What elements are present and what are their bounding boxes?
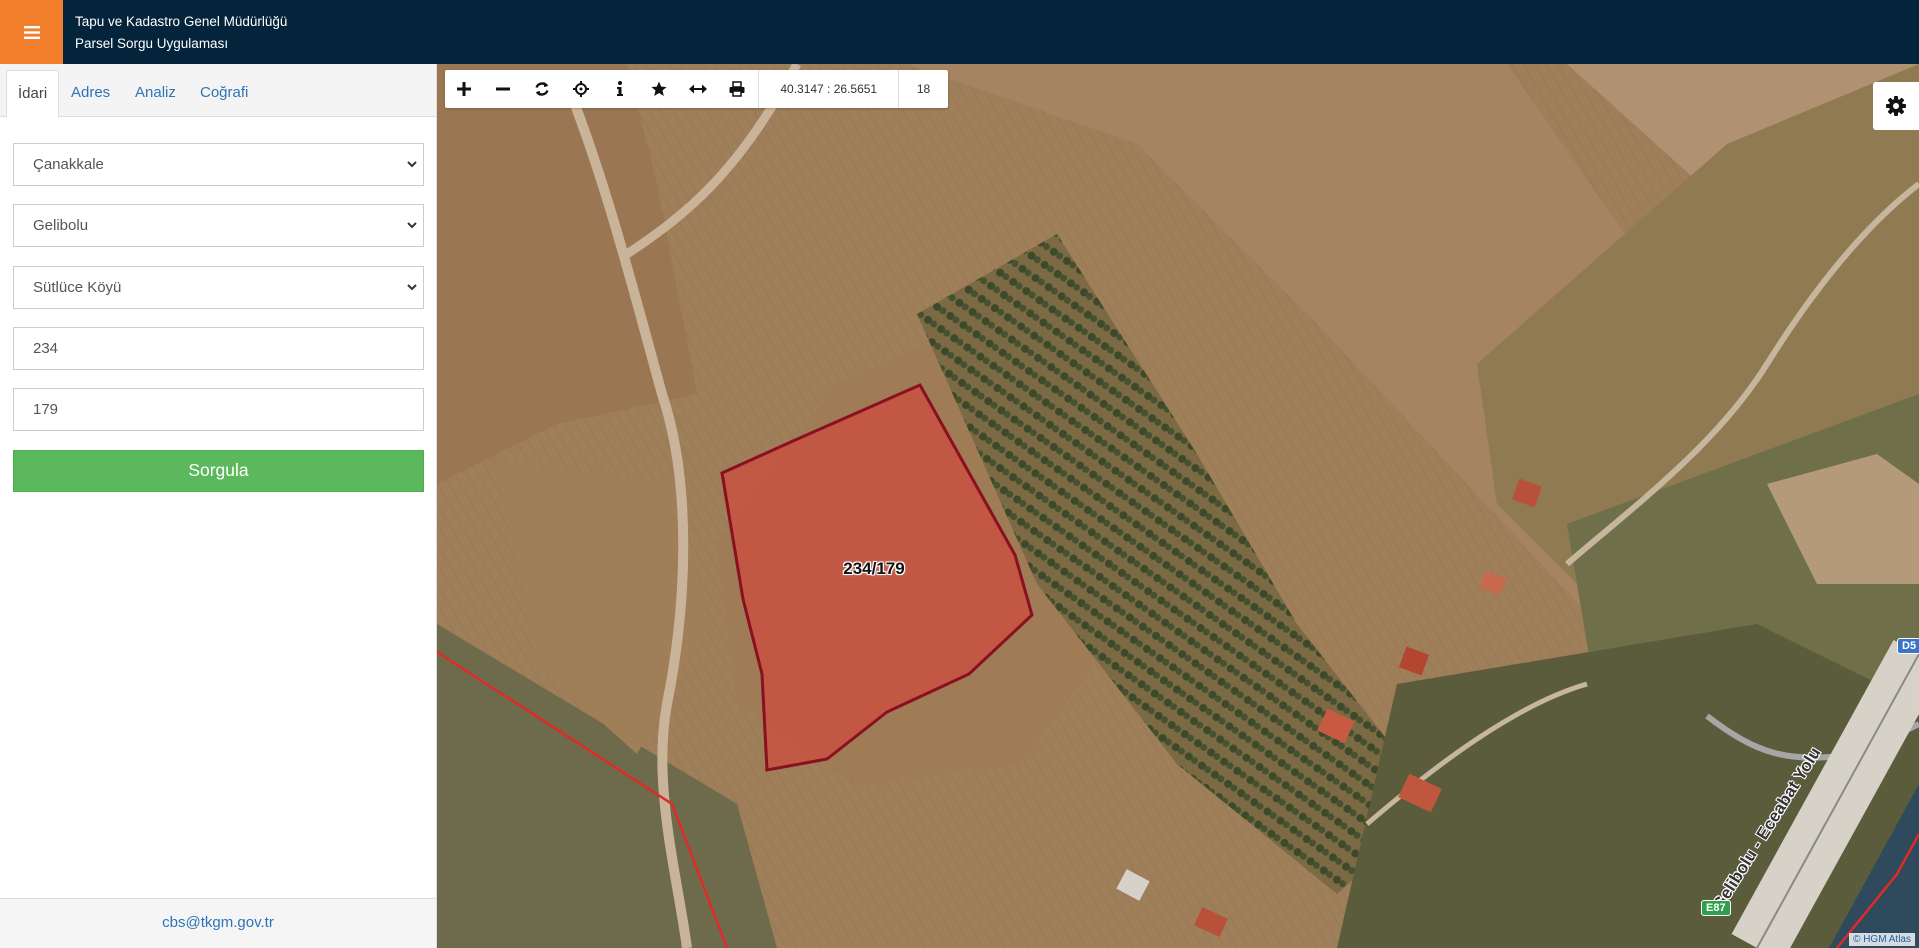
tab-adres[interactable]: Adres <box>60 70 121 117</box>
favorite-button[interactable] <box>640 70 679 108</box>
refresh-button[interactable] <box>523 70 562 108</box>
zoom-level-readout: 18 <box>916 82 931 96</box>
map-attribution[interactable]: © HGM Atlas <box>1849 933 1915 946</box>
e-road-shield: E87 <box>1701 900 1731 916</box>
chevron-down-icon <box>407 284 417 291</box>
query-button[interactable]: Sorgula <box>13 450 424 492</box>
map-view[interactable]: 40.3147 : 26.5651 18 234/179 Gelibolu - … <box>437 64 1919 948</box>
hamburger-icon <box>23 25 40 39</box>
d-road-shield: D5 <box>1897 638 1919 654</box>
parcel-label: 234/179 <box>843 559 905 578</box>
map-toolbar: 40.3147 : 26.5651 18 <box>445 70 948 108</box>
parcel-input[interactable]: 179 <box>13 388 424 431</box>
block-value: 234 <box>33 340 59 357</box>
refresh-icon <box>535 82 549 96</box>
tab-cografi[interactable]: Coğrafi <box>189 70 259 117</box>
zoom-out-button[interactable] <box>484 70 523 108</box>
info-button[interactable] <box>601 70 640 108</box>
measure-icon <box>688 84 707 94</box>
zoom-in-icon <box>457 82 472 96</box>
tab-analiz[interactable]: Analiz <box>124 70 187 117</box>
app-header: Tapu ve Kadastro Genel Müdürlüğü Parsel … <box>0 0 1919 64</box>
satellite-basemap <box>437 64 1919 948</box>
app-title: Tapu ve Kadastro Genel Müdürlüğü Parsel … <box>75 11 287 55</box>
chevron-down-icon <box>407 222 417 229</box>
zoom-out-icon <box>496 87 511 91</box>
org-name: Tapu ve Kadastro Genel Müdürlüğü <box>75 14 288 29</box>
sidebar-footer: cbs@tkgm.gov.tr <box>0 898 436 948</box>
measure-button[interactable] <box>679 70 718 108</box>
contact-email-link[interactable]: cbs@tkgm.gov.tr <box>162 914 274 931</box>
zoom-in-button[interactable] <box>445 70 484 108</box>
parcel-value: 179 <box>33 401 59 418</box>
neighborhood-value: Sütlüce Köyü <box>33 279 122 296</box>
favorite-star-icon <box>651 81 667 96</box>
district-select[interactable]: Gelibolu <box>13 204 424 247</box>
block-input[interactable]: 234 <box>13 327 424 370</box>
menu-button[interactable] <box>0 0 63 64</box>
tab-bar: İdari Adres Analiz Coğrafi <box>0 64 436 118</box>
app-name: Parsel Sorgu Uygulaması <box>75 36 229 51</box>
gear-icon <box>1886 96 1906 116</box>
province-value: Çanakkale <box>33 156 104 173</box>
province-select[interactable]: Çanakkale <box>13 143 424 186</box>
locate-button[interactable] <box>562 70 601 108</box>
coordinate-readout: 40.3147 : 26.5651 <box>758 70 900 108</box>
settings-button[interactable] <box>1873 82 1919 130</box>
info-icon <box>617 81 624 96</box>
sidebar: İdari Adres Analiz Coğrafi Çanakkale Gel… <box>0 64 437 948</box>
district-value: Gelibolu <box>33 217 89 234</box>
tab-idari[interactable]: İdari <box>6 70 60 118</box>
print-icon <box>729 81 745 97</box>
print-button[interactable] <box>717 70 756 108</box>
chevron-down-icon <box>407 161 417 168</box>
neighborhood-select[interactable]: Sütlüce Köyü <box>13 266 424 309</box>
locate-icon <box>573 81 590 97</box>
